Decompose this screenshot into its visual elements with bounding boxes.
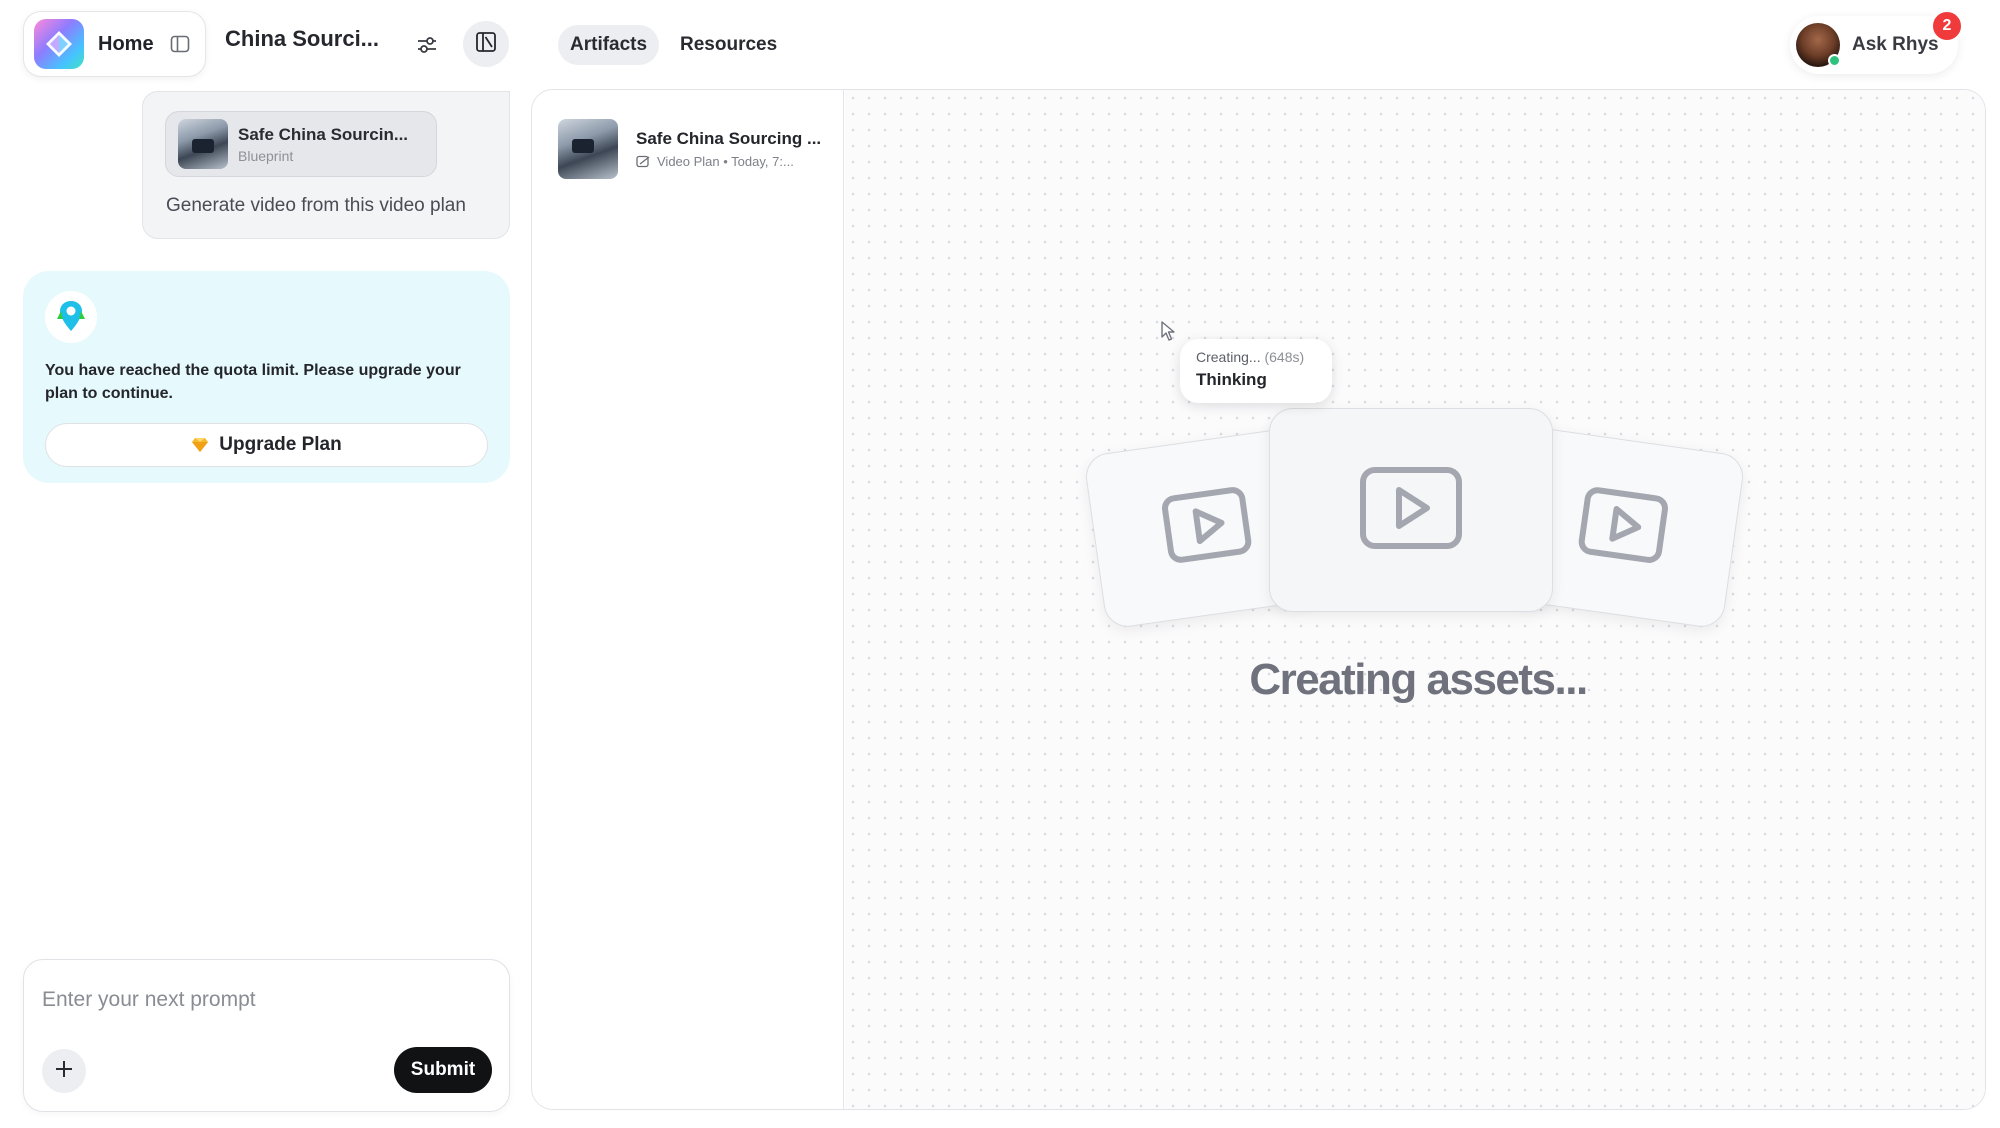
home-button[interactable]: Home bbox=[23, 11, 206, 77]
attachment-title: Safe China Sourcin... bbox=[238, 124, 409, 144]
artifact-thumbnail bbox=[558, 119, 618, 179]
plus-icon bbox=[54, 1059, 74, 1084]
project-title[interactable]: China Sourci... bbox=[225, 26, 379, 52]
status-bubble: Creating... (648s) Thinking bbox=[1180, 339, 1332, 403]
status-main: Thinking bbox=[1196, 370, 1267, 389]
creating-assets-text: Creating assets... bbox=[1249, 655, 1588, 704]
assistant-logo-icon bbox=[45, 291, 97, 343]
artifact-list: Safe China Sourcing ... Video Plan • Tod… bbox=[532, 90, 844, 1109]
sliders-icon[interactable] bbox=[415, 33, 439, 57]
attachment-thumbnail bbox=[178, 119, 228, 169]
panel-layout-icon bbox=[475, 31, 497, 58]
user-message: Safe China Sourcin... Blueprint Generate… bbox=[142, 91, 510, 239]
status-elapsed: (648s) bbox=[1264, 349, 1305, 365]
quota-message: You have reached the quota limit. Please… bbox=[45, 362, 461, 402]
video-play-icon bbox=[1359, 466, 1463, 555]
status-label: Creating... bbox=[1196, 349, 1261, 365]
video-plan-icon bbox=[636, 155, 651, 168]
prompt-box: Submit bbox=[23, 959, 510, 1112]
sidebar-toggle-icon[interactable] bbox=[169, 33, 191, 55]
ask-rhys-label: Ask Rhys bbox=[1852, 34, 1939, 55]
attachment-card[interactable]: Safe China Sourcin... Blueprint bbox=[165, 111, 437, 177]
video-placeholder-card-center bbox=[1269, 408, 1553, 612]
cursor-icon bbox=[1160, 320, 1178, 347]
tab-artifacts[interactable]: Artifacts bbox=[558, 25, 660, 65]
gem-icon bbox=[191, 437, 209, 453]
video-play-icon bbox=[1159, 484, 1255, 570]
artifact-meta: Video Plan • Today, 7:... bbox=[657, 154, 794, 169]
artifact-item[interactable]: Safe China Sourcing ... Video Plan • Tod… bbox=[558, 118, 828, 180]
quota-limit-card: You have reached the quota limit. Please… bbox=[23, 271, 510, 483]
add-attachment-button[interactable] bbox=[42, 1049, 86, 1093]
panel-layout-button[interactable] bbox=[463, 21, 509, 67]
upgrade-plan-button[interactable]: Upgrade Plan bbox=[45, 423, 488, 467]
diamond-logo-icon bbox=[34, 19, 84, 69]
tab-resources[interactable]: Resources bbox=[668, 25, 789, 65]
upgrade-plan-label: Upgrade Plan bbox=[219, 434, 342, 455]
avatar bbox=[1796, 23, 1841, 67]
artifact-title: Safe China Sourcing ... bbox=[636, 129, 822, 148]
prompt-input[interactable] bbox=[42, 982, 482, 1018]
video-play-icon bbox=[1575, 484, 1671, 570]
notification-badge[interactable]: 2 bbox=[1931, 10, 1963, 42]
user-message-text: Generate video from this video plan bbox=[166, 195, 466, 216]
submit-button[interactable]: Submit bbox=[394, 1047, 492, 1093]
attachment-subtitle: Blueprint bbox=[238, 147, 294, 164]
home-label: Home bbox=[98, 32, 154, 55]
online-status-dot bbox=[1828, 54, 1841, 67]
